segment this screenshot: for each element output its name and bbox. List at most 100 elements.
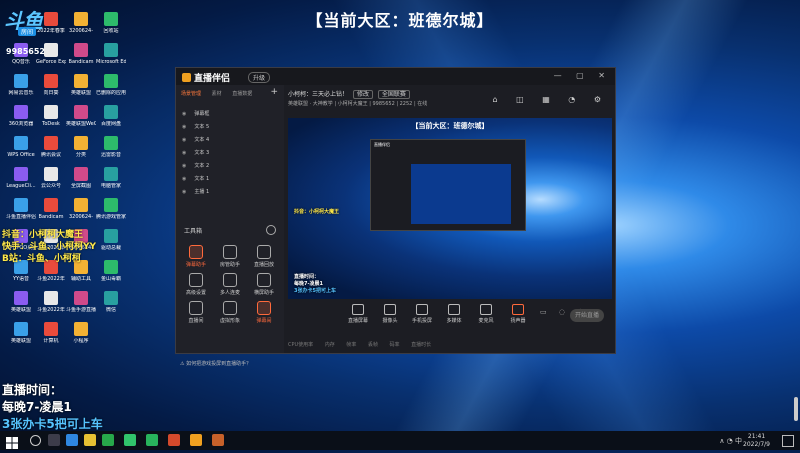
desktop-icon[interactable]: 全屏截图 bbox=[66, 167, 96, 189]
desktop-icon[interactable]: 回收站 bbox=[96, 12, 126, 34]
eye-icon[interactable]: ◉ bbox=[182, 137, 186, 143]
help-notice[interactable]: ⚠ 如何把游戏投屏到直播助手？ bbox=[180, 360, 251, 367]
scene-item[interactable]: ◉ 主播 1 bbox=[182, 188, 209, 195]
desktop-icon[interactable]: 斗鱼手游直播 bbox=[66, 291, 96, 313]
desktop-icon[interactable]: 腾讯游戏管家 bbox=[96, 198, 126, 220]
app-icon bbox=[44, 322, 58, 336]
desktop-icon[interactable]: 计算机 bbox=[36, 322, 66, 344]
desktop-icon[interactable]: 已删除的应用 bbox=[96, 74, 126, 96]
windows-start-icon[interactable] bbox=[6, 434, 18, 449]
desktop-icon[interactable]: 英雄联盟WeGame版 bbox=[66, 105, 96, 127]
desktop-icon[interactable]: Bandicam bbox=[36, 198, 66, 220]
tool-button[interactable]: 虚拟形象 bbox=[214, 301, 246, 324]
desktop-icon[interactable]: 360浏览器 bbox=[6, 105, 36, 127]
camera-button[interactable]: 摄像头 bbox=[376, 304, 404, 324]
tool-button[interactable]: 直播间 bbox=[180, 301, 212, 324]
tab-assets[interactable]: 素材 bbox=[212, 91, 222, 97]
desktop-icon-label: 网易云音乐 bbox=[8, 90, 34, 96]
tab-live-data[interactable]: 直播数据 bbox=[232, 91, 252, 97]
desktop-icon[interactable]: 分类 bbox=[66, 136, 96, 158]
microphone-button[interactable]: 麦克风 bbox=[472, 304, 500, 324]
upgrade-badge[interactable]: 升级 bbox=[248, 72, 271, 83]
desktop-icon[interactable]: LeagueCli... bbox=[6, 167, 36, 189]
tool-button[interactable]: 横屏助手 bbox=[248, 273, 280, 296]
desktop-icon[interactable]: 英雄联盟 bbox=[6, 322, 36, 344]
taskbar-clock[interactable]: 21:41 2022/7/9 bbox=[743, 433, 770, 449]
eye-icon[interactable]: ◉ bbox=[182, 189, 186, 195]
desktop-icon[interactable]: 小程序 bbox=[66, 322, 96, 344]
notification-icon[interactable] bbox=[782, 435, 794, 447]
scene-item[interactable]: ◉ 文本 5 bbox=[182, 123, 209, 130]
eye-icon[interactable]: ◉ bbox=[182, 124, 186, 130]
tool-button[interactable]: 高级设置 bbox=[180, 273, 212, 296]
scene-item[interactable]: ◉ 文本 4 bbox=[182, 136, 209, 143]
desktop-icon[interactable]: 3200624- bbox=[66, 12, 96, 34]
desktop-icon[interactable]: ToDesk bbox=[36, 105, 66, 127]
desktop-icon[interactable]: 金山毒霸 bbox=[96, 260, 126, 282]
tool-button[interactable]: 房管助手 bbox=[214, 245, 246, 268]
explorer-icon[interactable] bbox=[84, 434, 96, 446]
live-companion-window[interactable]: 直播伴侣 升级 — ▢ ✕ 场景管理 素材 直播数据 + ◉ 弹幕框 ◉ 文本 5 ◉ 文… bbox=[175, 67, 616, 367]
side-scroll-handle[interactable] bbox=[794, 397, 798, 421]
desktop-icon[interactable]: 英雄联盟 bbox=[66, 74, 96, 96]
tool-button[interactable]: 直播回放 bbox=[248, 245, 280, 268]
desktop-icon[interactable]: 3200624- bbox=[66, 198, 96, 220]
edit-title-button[interactable]: 修改 bbox=[352, 90, 373, 99]
desktop-icon[interactable]: Bandicam bbox=[66, 43, 96, 65]
eye-icon[interactable]: ◉ bbox=[182, 176, 186, 182]
desktop-icon[interactable]: 微信 bbox=[96, 291, 126, 313]
desktop-icon[interactable]: Microsoft Edge bbox=[96, 43, 126, 65]
desktop-icon[interactable]: 云公众号 bbox=[36, 167, 66, 189]
search-icon[interactable] bbox=[30, 435, 41, 446]
wegame-icon[interactable] bbox=[102, 434, 114, 446]
system-tray[interactable]: ∧ ◔ 中 bbox=[719, 436, 742, 446]
phone-cast-button[interactable]: 手机投屏 bbox=[408, 304, 436, 324]
category-button[interactable]: 全国联赛 bbox=[377, 90, 410, 99]
desktop-icon[interactable]: 斗鱼2022年 bbox=[36, 291, 66, 313]
desktop-icon-label: QQ音乐 bbox=[12, 59, 30, 65]
desktop-icon-label: LeagueCli... bbox=[6, 183, 36, 189]
scene-item-label: 文本 5 bbox=[194, 124, 210, 130]
desktop-icon[interactable]: 网易云音乐 bbox=[6, 74, 36, 96]
wechat-work-icon[interactable] bbox=[146, 434, 158, 446]
scene-item[interactable]: ◉ 文本 2 bbox=[182, 162, 209, 169]
desktop-icon-label: Bandicam bbox=[38, 214, 64, 220]
scene-item[interactable]: ◉ 文本 3 bbox=[182, 149, 209, 156]
desktop-icon[interactable]: 电脑管家 bbox=[96, 167, 126, 189]
scene-item[interactable]: ◉ 文本 1 bbox=[182, 175, 209, 182]
tab-scene-manage[interactable]: 场景管理 bbox=[181, 91, 201, 97]
screen-capture-button[interactable]: 直播屏幕 bbox=[344, 304, 372, 324]
desktop-icon[interactable]: 腾讯会议 bbox=[36, 136, 66, 158]
start-live-button[interactable]: 开始直播 bbox=[570, 309, 604, 322]
tool-button[interactable]: 弹幕助手 bbox=[180, 245, 212, 268]
desktop-icon[interactable]: 驱动总裁 bbox=[96, 229, 126, 251]
app-titlebar[interactable]: 直播伴侣 升级 — ▢ ✕ bbox=[176, 68, 615, 85]
eye-icon[interactable]: ◉ bbox=[182, 150, 186, 156]
add-scene-button[interactable]: + bbox=[270, 87, 278, 97]
tool-label: 弹幕助手 bbox=[185, 262, 206, 268]
desktop-icon[interactable]: 向日葵 bbox=[36, 74, 66, 96]
desktop-icon-label: 斗鱼手游直播 bbox=[66, 307, 96, 313]
eye-icon[interactable]: ◉ bbox=[182, 111, 186, 117]
desktop-icon[interactable]: WPS Office bbox=[6, 136, 36, 158]
tool-button[interactable]: 弹幕闹 bbox=[248, 301, 280, 324]
window-controls[interactable]: — ▢ ✕ bbox=[554, 71, 611, 80]
desktop-icon[interactable]: 英雄联盟 bbox=[6, 291, 36, 313]
desktop-icon-label: 已删除的应用 bbox=[96, 90, 126, 96]
live-companion-taskbar-icon[interactable] bbox=[190, 434, 202, 446]
chrome-icon[interactable] bbox=[212, 434, 224, 446]
league-icon[interactable] bbox=[168, 434, 180, 446]
multimedia-button[interactable]: 多媒体 bbox=[440, 304, 468, 324]
desktop-icon[interactable]: 迅雷影音 bbox=[96, 136, 126, 158]
right-toolbar-icons[interactable]: ⌂ ◫ ▦ ◔ ⚙ bbox=[492, 95, 609, 104]
edge-icon[interactable] bbox=[66, 434, 78, 446]
eye-icon[interactable]: ◉ bbox=[182, 163, 186, 169]
task-view-icon[interactable] bbox=[48, 434, 60, 446]
desktop-icon[interactable]: 斗鱼直播伴侣 bbox=[6, 198, 36, 220]
toolbox-more-icon[interactable] bbox=[266, 225, 276, 235]
tool-button[interactable]: 多人连麦 bbox=[214, 273, 246, 296]
speaker-button[interactable]: 扬声器 bbox=[504, 304, 532, 324]
scene-item[interactable]: ◉ 弹幕框 bbox=[182, 110, 209, 117]
desktop-icon[interactable]: 百度网盘 bbox=[96, 105, 126, 127]
wechat-icon[interactable] bbox=[124, 434, 136, 446]
